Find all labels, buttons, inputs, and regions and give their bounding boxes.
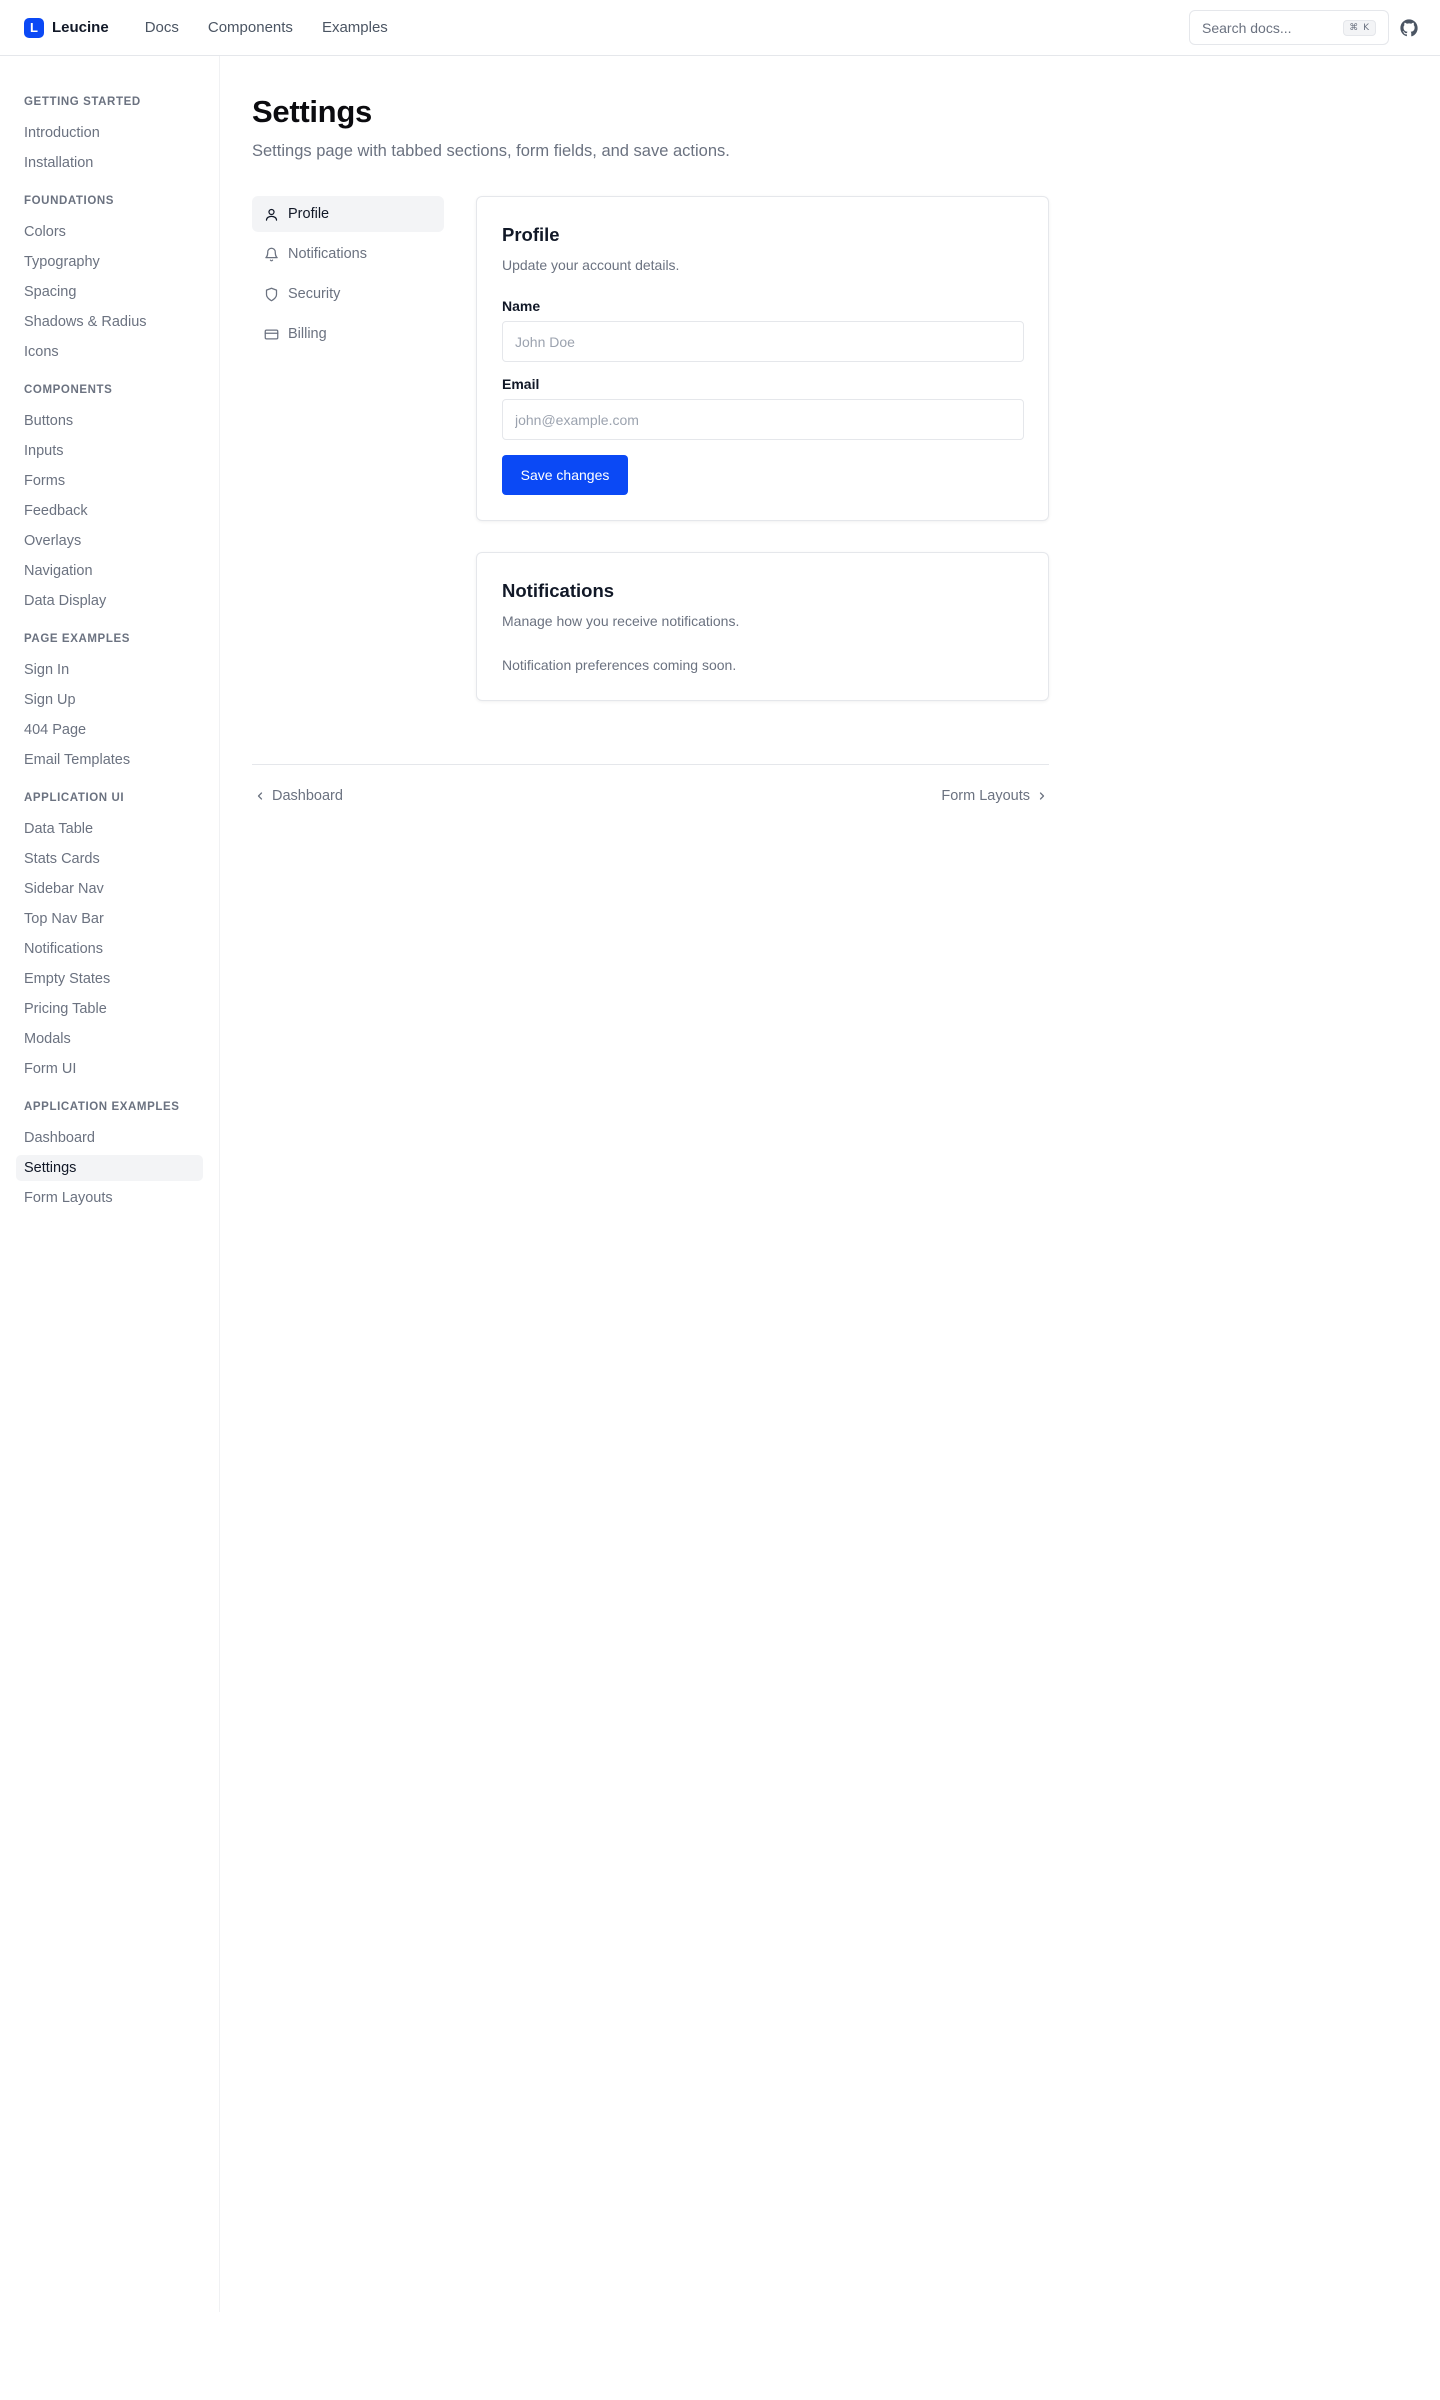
sidebar-item-spacing[interactable]: Spacing — [16, 279, 203, 305]
sidebar-item-pricing-table[interactable]: Pricing Table — [16, 996, 203, 1022]
sidebar-item-notifications[interactable]: Notifications — [16, 936, 203, 962]
sidebar-item-sidebar-nav[interactable]: Sidebar Nav — [16, 876, 203, 902]
tab-security[interactable]: Security — [252, 276, 444, 312]
search-button[interactable]: Search docs... ⌘ K — [1189, 10, 1389, 45]
top-nav: Docs Components Examples — [145, 19, 417, 36]
notifications-card-description: Manage how you receive notifications. — [502, 613, 740, 629]
chevron-right-icon — [1039, 792, 1045, 800]
profile-card-title: Profile — [502, 224, 560, 245]
search-placeholder: Search docs... — [1202, 19, 1292, 36]
brand[interactable]: L Leucine — [24, 17, 109, 38]
sidebar-item-empty-states[interactable]: Empty States — [16, 966, 203, 992]
nav-link-components[interactable]: Components — [208, 19, 293, 36]
sidebar-item-introduction[interactable]: Introduction — [16, 120, 203, 146]
page-subtitle: Settings page with tabbed sections, form… — [252, 142, 730, 160]
notifications-card-note: Notification preferences coming soon. — [502, 657, 737, 673]
sidebar-item-colors[interactable]: Colors — [16, 219, 203, 245]
bell-icon — [264, 247, 279, 262]
sidebar-item-buttons[interactable]: Buttons — [16, 408, 203, 434]
profile-card: Profile Update your account details. Nam… — [476, 196, 1049, 521]
profile-card-description: Update your account details. — [502, 257, 680, 273]
settings-tabs: Profile Notifications Security Billing — [252, 196, 444, 356]
github-icon[interactable] — [1400, 19, 1418, 37]
tab-profile[interactable]: Profile — [252, 196, 444, 232]
top-bar: L Leucine Docs Components Examples Searc… — [0, 0, 1440, 56]
tab-billing[interactable]: Billing — [252, 316, 444, 352]
sidebar-item-settings[interactable]: Settings — [16, 1155, 203, 1181]
sidebar-item-data-table[interactable]: Data Table — [16, 816, 203, 842]
sidebar-group-foundations: FOUNDATIONS — [24, 195, 115, 207]
sidebar-item-email-templates[interactable]: Email Templates — [16, 747, 203, 773]
sidebar-item-data-display[interactable]: Data Display — [16, 588, 203, 614]
sidebar-group-components: COMPONENTS — [24, 384, 113, 396]
sidebar-item-overlays[interactable]: Overlays — [16, 528, 203, 554]
tab-label: Billing — [288, 326, 327, 342]
page-title: Settings — [252, 94, 372, 129]
sidebar-item-sign-in[interactable]: Sign In — [16, 657, 203, 683]
nav-link-docs[interactable]: Docs — [145, 19, 179, 36]
user-icon — [264, 207, 279, 222]
sidebar-group-page-examples: PAGE EXAMPLES — [24, 633, 130, 645]
credit-card-icon — [264, 327, 279, 342]
sidebar-item-modals[interactable]: Modals — [16, 1026, 203, 1052]
sidebar-group-application-examples: APPLICATION EXAMPLES — [24, 1101, 180, 1113]
sidebar-item-form-ui[interactable]: Form UI — [16, 1056, 203, 1082]
tab-label: Security — [288, 286, 341, 302]
nav-link-examples[interactable]: Examples — [322, 19, 388, 36]
sidebar: GETTING STARTED Introduction Installatio… — [0, 56, 220, 2312]
sidebar-item-installation[interactable]: Installation — [16, 150, 203, 176]
sidebar-item-navigation[interactable]: Navigation — [16, 558, 203, 584]
sidebar-item-stats-cards[interactable]: Stats Cards — [16, 846, 203, 872]
sidebar-group-application-ui: APPLICATION UI — [24, 792, 125, 804]
sidebar-item-404-page[interactable]: 404 Page — [16, 717, 203, 743]
name-input[interactable] — [502, 321, 1024, 362]
content-divider — [252, 764, 1049, 765]
next-page-link[interactable]: Form Layouts — [941, 788, 1048, 804]
notifications-card: Notifications Manage how you receive not… — [476, 552, 1049, 701]
tab-label: Notifications — [288, 246, 367, 262]
sidebar-item-icons[interactable]: Icons — [16, 339, 203, 365]
shield-icon — [264, 287, 279, 302]
sidebar-item-top-nav-bar[interactable]: Top Nav Bar — [16, 906, 203, 932]
logo-icon: L — [24, 17, 44, 38]
sidebar-item-form-layouts[interactable]: Form Layouts — [16, 1185, 203, 1211]
search-shortcut-badge: ⌘ K — [1343, 19, 1376, 36]
notifications-card-title: Notifications — [502, 580, 615, 601]
tab-label: Profile — [288, 206, 330, 222]
email-label: Email — [502, 376, 540, 392]
sidebar-item-inputs[interactable]: Inputs — [16, 438, 203, 464]
prev-page-label: Dashboard — [272, 788, 343, 804]
brand-name: Leucine — [52, 19, 109, 36]
prev-page-link[interactable]: Dashboard — [254, 788, 343, 804]
email-input[interactable] — [502, 399, 1024, 440]
sidebar-item-typography[interactable]: Typography — [16, 249, 203, 275]
sidebar-item-shadows-radius[interactable]: Shadows & Radius — [16, 309, 203, 335]
sidebar-item-dashboard[interactable]: Dashboard — [16, 1125, 203, 1151]
tab-notifications[interactable]: Notifications — [252, 236, 444, 272]
name-label: Name — [502, 298, 541, 314]
sidebar-item-forms[interactable]: Forms — [16, 468, 203, 494]
sidebar-item-feedback[interactable]: Feedback — [16, 498, 203, 524]
sidebar-item-sign-up[interactable]: Sign Up — [16, 687, 203, 713]
next-page-label: Form Layouts — [941, 788, 1030, 804]
chevron-left-icon — [257, 792, 263, 800]
save-changes-button[interactable]: Save changes — [502, 455, 628, 495]
sidebar-group-getting-started: GETTING STARTED — [24, 96, 141, 108]
